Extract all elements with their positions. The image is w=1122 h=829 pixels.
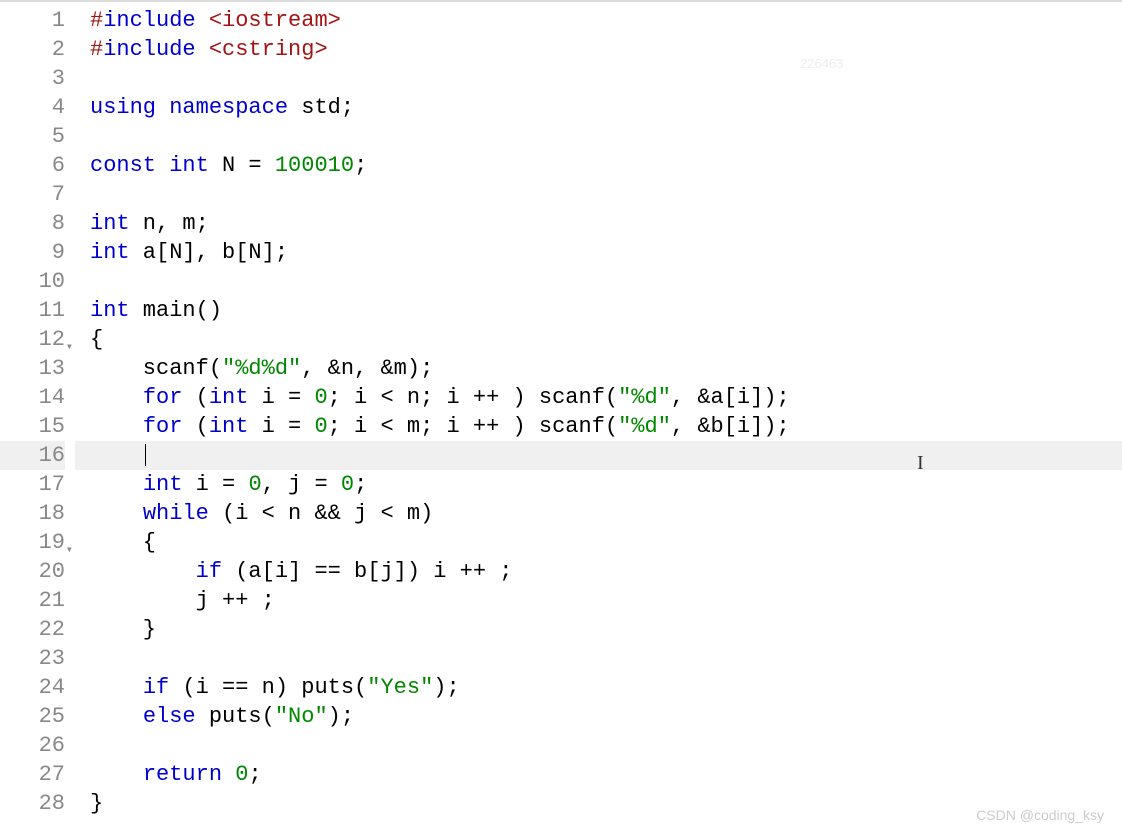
- code-line[interactable]: [75, 441, 1122, 470]
- code-line[interactable]: #include <cstring>: [90, 35, 1122, 64]
- line-number: 4: [0, 93, 65, 122]
- line-number: 8: [0, 209, 65, 238]
- code-line[interactable]: {: [90, 325, 1122, 354]
- code-line[interactable]: j ++ ;: [90, 586, 1122, 615]
- line-number: 13: [0, 354, 65, 383]
- code-line[interactable]: [90, 731, 1122, 760]
- line-number: 20: [0, 557, 65, 586]
- line-number: 27: [0, 760, 65, 789]
- line-number: 19▾: [0, 528, 65, 557]
- code-line[interactable]: using namespace std;: [90, 93, 1122, 122]
- line-number: 24: [0, 673, 65, 702]
- code-line[interactable]: for (int i = 0; i < n; i ++ ) scanf("%d"…: [90, 383, 1122, 412]
- code-line[interactable]: scanf("%d%d", &n, &m);: [90, 354, 1122, 383]
- line-number: 22: [0, 615, 65, 644]
- code-line[interactable]: {: [90, 528, 1122, 557]
- line-number: 17: [0, 470, 65, 499]
- code-line[interactable]: [90, 64, 1122, 93]
- code-line[interactable]: else puts("No");: [90, 702, 1122, 731]
- code-line[interactable]: [90, 267, 1122, 296]
- line-number: 10: [0, 267, 65, 296]
- code-line[interactable]: int i = 0, j = 0;: [90, 470, 1122, 499]
- line-number: 26: [0, 731, 65, 760]
- line-number: 18: [0, 499, 65, 528]
- line-number: 6: [0, 151, 65, 180]
- text-caret: [145, 444, 146, 466]
- line-number: 16: [0, 441, 65, 470]
- line-number: 23: [0, 644, 65, 673]
- line-number: 15: [0, 412, 65, 441]
- line-number: 28: [0, 789, 65, 818]
- line-number: 14: [0, 383, 65, 412]
- code-line[interactable]: #include <iostream>: [90, 6, 1122, 35]
- code-editor[interactable]: 123456789101112▾13141516171819▾202122232…: [0, 0, 1122, 829]
- code-line[interactable]: int main(): [90, 296, 1122, 325]
- code-line[interactable]: }: [90, 789, 1122, 818]
- line-number: 9: [0, 238, 65, 267]
- code-line[interactable]: if (a[i] == b[j]) i ++ ;: [90, 557, 1122, 586]
- code-line[interactable]: if (i == n) puts("Yes");: [90, 673, 1122, 702]
- fold-marker-icon[interactable]: ▾: [66, 536, 73, 565]
- code-line[interactable]: for (int i = 0; i < m; i ++ ) scanf("%d"…: [90, 412, 1122, 441]
- line-number: 5: [0, 122, 65, 151]
- code-line[interactable]: const int N = 100010;: [90, 151, 1122, 180]
- code-line[interactable]: int n, m;: [90, 209, 1122, 238]
- code-line[interactable]: [90, 644, 1122, 673]
- line-number: 1: [0, 6, 65, 35]
- code-line[interactable]: while (i < n && j < m): [90, 499, 1122, 528]
- code-line[interactable]: [90, 180, 1122, 209]
- code-line[interactable]: }: [90, 615, 1122, 644]
- line-number-gutter: 123456789101112▾13141516171819▾202122232…: [0, 6, 75, 829]
- line-number: 3: [0, 64, 65, 93]
- code-line[interactable]: return 0;: [90, 760, 1122, 789]
- line-number: 7: [0, 180, 65, 209]
- code-line[interactable]: [90, 122, 1122, 151]
- fold-marker-icon[interactable]: ▾: [66, 333, 73, 362]
- line-number: 11: [0, 296, 65, 325]
- code-area[interactable]: #include <iostream>#include <cstring> usi…: [75, 6, 1122, 829]
- line-number: 25: [0, 702, 65, 731]
- line-number: 2: [0, 35, 65, 64]
- line-number: 12▾: [0, 325, 65, 354]
- line-number: 21: [0, 586, 65, 615]
- code-line[interactable]: int a[N], b[N];: [90, 238, 1122, 267]
